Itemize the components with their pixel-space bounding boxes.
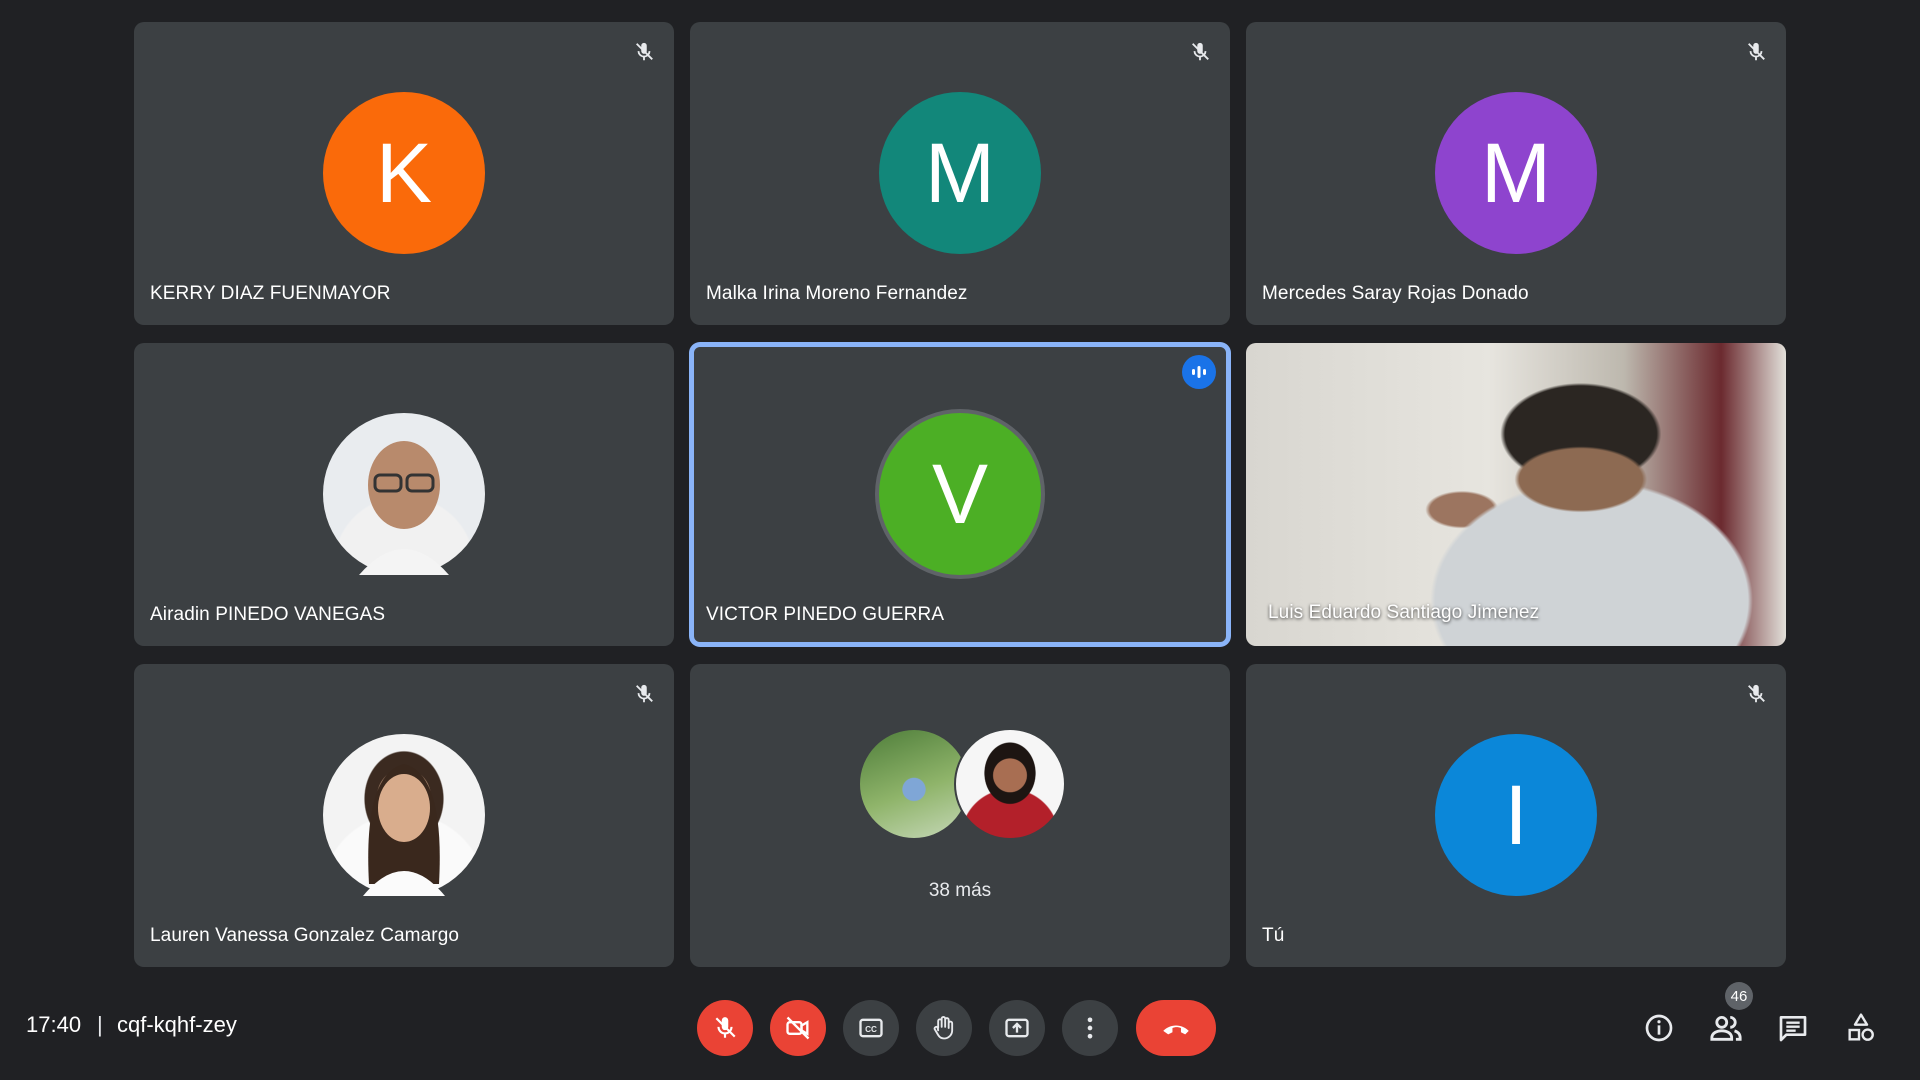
video-feed: Luis Eduardo Santiago Jimenez [1246,343,1786,646]
raise-hand-button[interactable] [916,1000,972,1056]
avatar [323,413,485,575]
camera-off-icon [786,1016,810,1040]
others-count-label: 38 más [928,880,992,901]
participant-name: Tú [1262,925,1285,946]
participant-tile-self[interactable]: I Tú [1246,664,1786,967]
participant-tile-lauren[interactable]: Lauren Vanessa Gonzalez Camargo [134,664,674,967]
captions-button[interactable]: CC [843,1000,899,1056]
mic-off-icon [628,36,660,68]
mic-off-icon [1740,678,1772,710]
bottom-toolbar: 17:40 | cqf-kqhf-zey CC 46 [0,970,1920,1080]
end-call-button[interactable] [1136,1000,1216,1056]
participant-tile-kerry[interactable]: K KERRY DIAZ FUENMAYOR [134,22,674,325]
chat-icon [1779,1016,1807,1042]
mic-off-icon [628,678,660,710]
profile-photo [363,764,445,896]
camera-toggle-button[interactable] [770,1000,826,1056]
participant-grid: K KERRY DIAZ FUENMAYOR M Malka Irina Mor… [134,22,1786,967]
participant-name: Mercedes Saray Rojas Donado [1262,283,1529,304]
participant-name: KERRY DIAZ FUENMAYOR [150,283,391,304]
info-icon [1645,1014,1673,1042]
people-count-badge: 46 [1725,982,1753,1010]
avatar [323,734,485,896]
participant-tile-mercedes[interactable]: M Mercedes Saray Rojas Donado [1246,22,1786,325]
participant-name: Airadin PINEDO VANEGAS [150,604,386,625]
participant-name: Malka Irina Moreno Fernandez [706,283,968,304]
end-call-icon [1163,1025,1189,1035]
more-options-button[interactable] [1062,1000,1118,1056]
mic-toggle-button[interactable] [697,1000,753,1056]
participant-name: VICTOR PINEDO GUERRA [706,604,945,625]
chat-button[interactable] [1771,1006,1815,1050]
participant-name: Luis Eduardo Santiago Jimenez [1268,602,1540,623]
mic-off-icon [715,1017,736,1038]
profile-photo [359,441,449,575]
participant-tile-airadin[interactable]: Airadin PINEDO VANEGAS [134,343,674,646]
svg-text:CC: CC [865,1025,877,1034]
mic-off-icon [1740,36,1772,68]
meeting-info-button[interactable] [1637,1006,1681,1050]
avatar [954,728,1066,840]
raise-hand-icon [933,1016,954,1040]
avatar: V [879,413,1041,575]
people-icon [1710,1015,1742,1041]
participant-tile-victor[interactable]: V VICTOR PINEDO GUERRA [690,343,1230,646]
meeting-clock: 17:40 [26,1012,82,1037]
captions-icon: CC [859,1018,883,1038]
avatar: M [879,92,1041,254]
others-tile[interactable]: 38 más [690,664,1230,967]
others-avatars [858,728,1066,840]
people-button[interactable] [1704,1006,1748,1050]
present-screen-icon [1005,1018,1029,1038]
separator: | [97,1012,103,1037]
more-vert-icon [1087,1017,1093,1039]
present-screen-button[interactable] [989,1000,1045,1056]
participant-tile-luis[interactable]: Luis Eduardo Santiago Jimenez [1246,343,1786,646]
activities-icon [1848,1013,1874,1041]
activities-button[interactable] [1839,1006,1883,1050]
avatar: M [1435,92,1597,254]
participant-name: Lauren Vanessa Gonzalez Camargo [150,925,460,946]
meeting-code: cqf-kqhf-zey [117,1012,237,1037]
avatar: K [323,92,485,254]
mic-off-icon [1184,36,1216,68]
avatar: I [1435,734,1597,896]
speaking-indicator-icon [1182,355,1216,389]
participant-tile-malka[interactable]: M Malka Irina Moreno Fernandez [690,22,1230,325]
